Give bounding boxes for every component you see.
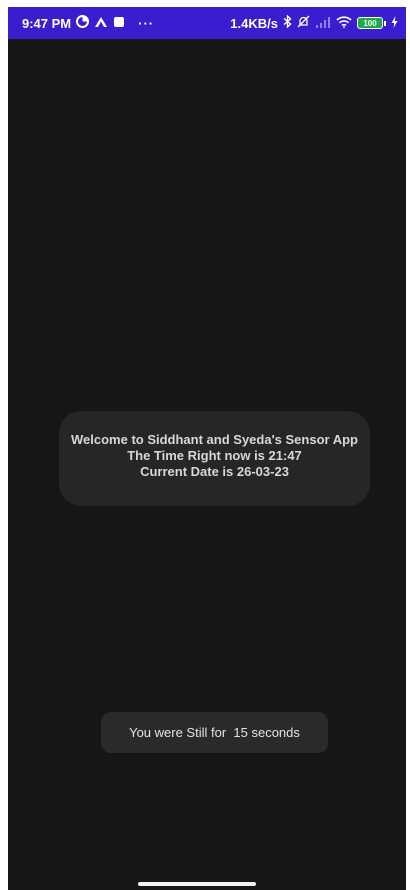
phone-screen: 9:47 PM ··· 1.4KB/s 100 Welcome to Siddh… xyxy=(8,7,406,890)
status-bar: 9:47 PM ··· 1.4KB/s 100 xyxy=(8,7,406,39)
status-bar-right: 1.4KB/s 100 xyxy=(230,14,398,31)
square-app-icon xyxy=(113,16,125,31)
status-bar-left: 9:47 PM ··· xyxy=(22,15,154,31)
signal-icon xyxy=(315,16,331,31)
welcome-card: Welcome to Siddhant and Syeda's Sensor A… xyxy=(59,411,370,506)
wifi-icon xyxy=(336,15,352,31)
battery-indicator: 100 xyxy=(357,17,383,29)
notification-app-icon xyxy=(94,16,108,31)
home-gesture-bar[interactable] xyxy=(138,882,256,886)
welcome-message: Welcome to Siddhant and Syeda's Sensor A… xyxy=(71,432,358,447)
activity-toast: You were Still for 15 seconds xyxy=(101,712,328,753)
current-date-text: Current Date is 26-03-23 xyxy=(140,464,289,479)
more-notifications-icon: ··· xyxy=(138,15,155,31)
network-speed: 1.4KB/s xyxy=(230,15,278,31)
battery-tip xyxy=(384,20,386,26)
mute-icon xyxy=(297,15,310,31)
status-time: 9:47 PM xyxy=(22,15,72,31)
bluetooth-icon xyxy=(283,14,292,31)
data-saver-icon xyxy=(76,15,90,31)
charging-bolt-icon xyxy=(391,15,398,31)
current-time-text: The Time Right now is 21:47 xyxy=(127,448,302,463)
